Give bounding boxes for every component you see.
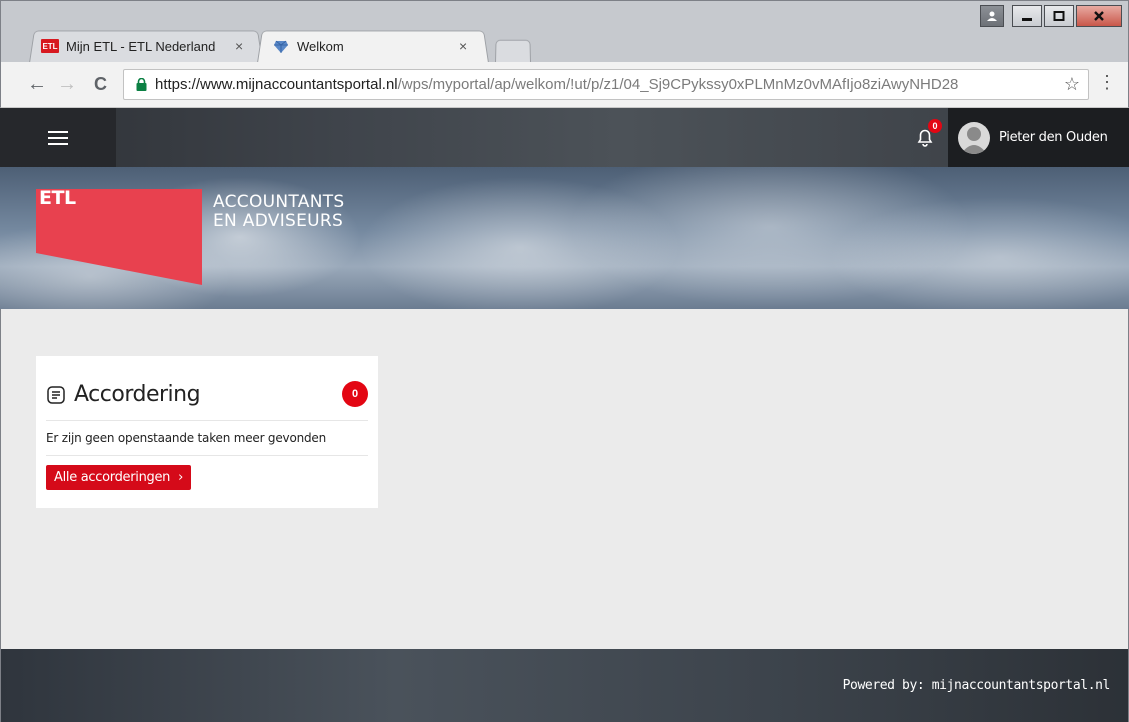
empty-message: Er zijn geen openstaande taken meer gevo… bbox=[46, 431, 326, 445]
browser-menu-icon[interactable]: ⋮ bbox=[1098, 72, 1116, 93]
tab-welkom-content[interactable]: Welkom × bbox=[273, 29, 487, 63]
document-list-icon bbox=[47, 385, 65, 404]
count-badge: 0 bbox=[342, 381, 368, 407]
address-bar[interactable]: https://www.mijnaccountantsportal.nl/wps… bbox=[123, 69, 1089, 100]
minimize-icon bbox=[1022, 18, 1032, 21]
user-menu[interactable]: Pieter den Ouden bbox=[948, 108, 1129, 167]
bookmark-star-icon[interactable]: ☆ bbox=[1064, 74, 1080, 95]
window-controls bbox=[980, 5, 1122, 27]
new-tab-button[interactable] bbox=[495, 39, 531, 63]
url-host: https://www.mijnaccountantsportal.nl bbox=[155, 76, 398, 93]
reload-icon[interactable]: C bbox=[94, 73, 107, 95]
portal-footer: Powered by: mijnaccountantsportal.nl bbox=[0, 649, 1129, 722]
maximize-icon bbox=[1053, 11, 1065, 21]
all-accorderingen-button[interactable]: Alle accorderingen › bbox=[46, 465, 192, 490]
tab-title: Mijn ETL - ETL Nederland bbox=[66, 38, 216, 54]
profile-button[interactable] bbox=[980, 5, 1004, 27]
button-label: Alle accorderingen bbox=[54, 470, 171, 485]
back-icon[interactable]: ← bbox=[27, 73, 47, 95]
close-window-button[interactable] bbox=[1076, 5, 1122, 27]
gem-favicon-icon bbox=[274, 40, 288, 53]
card-header: Accordering bbox=[46, 382, 201, 407]
tab-close-icon[interactable]: × bbox=[459, 38, 467, 54]
lock-icon bbox=[136, 78, 147, 91]
url-path: /wps/myportal/ap/welkom/!ut/p/z1/04_Sj9C… bbox=[397, 76, 959, 93]
logo-text: ETL bbox=[39, 187, 76, 209]
avatar bbox=[958, 121, 990, 154]
person-icon bbox=[987, 11, 997, 21]
etl-favicon-icon: ETL bbox=[41, 39, 59, 53]
tab-title: Welkom bbox=[297, 38, 344, 54]
divider bbox=[46, 420, 368, 421]
accordering-card: Accordering 0 Er zijn geen openstaande t… bbox=[36, 356, 378, 508]
tab-mijn-etl-content[interactable]: ETL Mijn ETL - ETL Nederland × bbox=[41, 29, 263, 63]
hamburger-icon bbox=[48, 130, 68, 145]
portal-header: 0 Pieter den Ouden bbox=[0, 108, 1129, 167]
username: Pieter den Ouden bbox=[999, 130, 1108, 145]
menu-button[interactable] bbox=[0, 108, 116, 167]
forward-icon[interactable]: → bbox=[57, 73, 77, 95]
tagline-line-2: EN ADVISEURS bbox=[213, 211, 344, 231]
notification-badge: 0 bbox=[928, 119, 942, 133]
browser-toolbar: ← → C https://www.mijnaccountantsportal.… bbox=[0, 62, 1129, 108]
tagline-line-1: ACCOUNTANTS bbox=[213, 192, 345, 212]
hero-banner: ETL ACCOUNTANTS EN ADVISEURS bbox=[0, 167, 1129, 309]
close-icon bbox=[1094, 11, 1104, 21]
minimize-button[interactable] bbox=[1012, 5, 1042, 27]
avatar-person-icon bbox=[961, 126, 987, 154]
divider bbox=[46, 455, 368, 456]
maximize-button[interactable] bbox=[1044, 5, 1074, 27]
chevron-right-icon: › bbox=[178, 470, 184, 485]
main-content: Accordering 0 Er zijn geen openstaande t… bbox=[0, 309, 1129, 649]
card-title: Accordering bbox=[74, 382, 201, 407]
tab-close-icon[interactable]: × bbox=[235, 38, 243, 54]
powered-by-text: Powered by: mijnaccountantsportal.nl bbox=[842, 678, 1111, 693]
